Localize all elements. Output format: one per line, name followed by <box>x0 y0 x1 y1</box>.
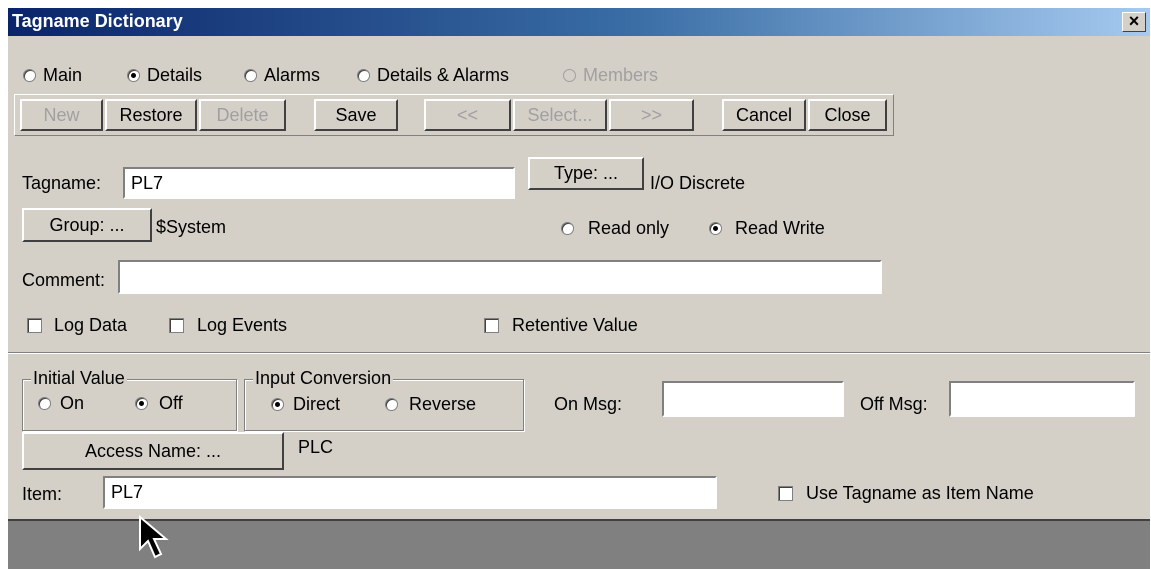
radio-initial-on[interactable] <box>38 397 51 410</box>
comment-label: Comment: <box>22 270 106 290</box>
section-divider <box>8 352 1150 354</box>
radio-main-label[interactable]: Main <box>43 64 82 86</box>
item-input[interactable]: PL7 <box>103 476 717 509</box>
direct-label[interactable]: Direct <box>293 393 340 415</box>
off-msg-input[interactable] <box>949 381 1135 417</box>
delete-button[interactable]: Delete <box>199 99 286 131</box>
tagname-label: Tagname: <box>22 173 102 193</box>
cancel-button[interactable]: Cancel <box>722 99 806 131</box>
read-only-label[interactable]: Read only <box>588 217 669 239</box>
on-msg-input[interactable] <box>662 381 844 417</box>
next-button[interactable]: >> <box>609 99 694 131</box>
retentive-value-checkbox[interactable] <box>484 318 499 333</box>
type-value: I/O Discrete <box>650 173 746 193</box>
item-label: Item: <box>22 484 63 504</box>
radio-details-label[interactable]: Details <box>147 64 202 86</box>
group-button[interactable]: Group: ... <box>22 208 152 242</box>
radio-details-alarms-label[interactable]: Details & Alarms <box>377 64 509 86</box>
access-name-value: PLC <box>298 437 334 457</box>
initial-off-label[interactable]: Off <box>159 392 183 414</box>
radio-read-write[interactable] <box>709 222 722 235</box>
radio-direct[interactable] <box>271 398 284 411</box>
type-button[interactable]: Type: ... <box>528 157 644 190</box>
input-conversion-legend: Input Conversion <box>253 368 394 388</box>
retentive-value-label[interactable]: Retentive Value <box>512 314 638 336</box>
close-button[interactable]: Close <box>808 99 887 131</box>
use-tagname-checkbox[interactable] <box>778 486 793 501</box>
off-msg-label: Off Msg: <box>860 394 928 414</box>
new-button[interactable]: New <box>20 99 103 131</box>
window-close-button[interactable]: × <box>1122 12 1146 32</box>
restore-button[interactable]: Restore <box>105 99 197 131</box>
title-bar[interactable]: Tagname Dictionary × <box>8 8 1150 36</box>
save-button[interactable]: Save <box>314 99 398 131</box>
tagname-input[interactable]: PL7 <box>123 167 515 199</box>
log-data-checkbox[interactable] <box>27 318 42 333</box>
select-button[interactable]: Select... <box>513 99 607 131</box>
use-tagname-label[interactable]: Use Tagname as Item Name <box>806 482 1034 504</box>
window-title: Tagname Dictionary <box>12 11 183 31</box>
radio-read-only[interactable] <box>561 222 574 235</box>
previous-button[interactable]: << <box>424 99 511 131</box>
log-events-label[interactable]: Log Events <box>197 314 287 336</box>
radio-initial-off[interactable] <box>135 397 148 410</box>
input-conversion-group: Input Conversion <box>244 368 524 431</box>
close-icon: × <box>1128 11 1140 31</box>
initial-on-label[interactable]: On <box>60 392 84 414</box>
radio-alarms[interactable] <box>244 69 257 82</box>
radio-members-label: Members <box>583 65 659 85</box>
radio-members <box>563 69 576 82</box>
log-data-label[interactable]: Log Data <box>54 314 127 336</box>
log-events-checkbox[interactable] <box>169 318 184 333</box>
status-area <box>8 519 1150 569</box>
radio-alarms-label[interactable]: Alarms <box>264 64 320 86</box>
initial-value-group: Initial Value <box>22 368 237 431</box>
read-write-label[interactable]: Read Write <box>735 217 825 239</box>
radio-main[interactable] <box>23 69 36 82</box>
access-name-button[interactable]: Access Name: ... <box>22 432 284 470</box>
comment-input[interactable] <box>118 260 882 294</box>
group-value: $System <box>156 217 227 237</box>
radio-details[interactable] <box>127 69 140 82</box>
radio-details-alarms[interactable] <box>357 69 370 82</box>
mouse-cursor-icon <box>139 515 169 559</box>
radio-reverse[interactable] <box>385 398 398 411</box>
initial-value-legend: Initial Value <box>31 368 127 388</box>
reverse-label[interactable]: Reverse <box>409 393 476 415</box>
on-msg-label: On Msg: <box>554 394 623 414</box>
tagname-dictionary-window: Tagname Dictionary × Main Details Alarms… <box>8 8 1150 569</box>
